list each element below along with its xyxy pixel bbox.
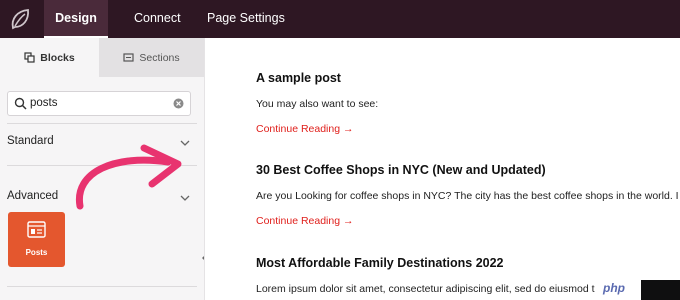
- post-title: 30 Best Coffee Shops in NYC (New and Upd…: [256, 163, 546, 177]
- blocks-icon: [24, 52, 35, 63]
- post-title: A sample post: [256, 71, 341, 85]
- divider: [7, 286, 197, 287]
- watermark-text: php: [603, 281, 625, 295]
- tab-blocks[interactable]: Blocks: [0, 38, 99, 77]
- post-excerpt: Are you Looking for coffee shops in NYC?…: [256, 190, 679, 202]
- posts-grid-icon: [27, 221, 46, 238]
- tab-connect[interactable]: Connect: [134, 0, 181, 38]
- annotation-arrow-icon: [75, 144, 182, 210]
- clear-search-icon[interactable]: [173, 98, 184, 109]
- seedprod-leaf-logo-icon: [11, 9, 29, 30]
- search-icon: [14, 97, 27, 110]
- tab-page-settings[interactable]: Page Settings: [207, 0, 285, 38]
- php-watermark-logo: php: [599, 276, 680, 300]
- tab-sections-label: Sections: [139, 51, 180, 64]
- section-standard-label: Standard: [7, 135, 54, 147]
- continue-reading-link[interactable]: Continue Reading →: [256, 215, 353, 227]
- sections-icon: [123, 53, 134, 62]
- page-preview: A sample post You may also want to see: …: [204, 38, 680, 300]
- tab-design[interactable]: Design: [44, 0, 108, 38]
- tab-blocks-label: Blocks: [40, 51, 75, 64]
- search-input[interactable]: posts: [7, 91, 191, 116]
- post-title: Most Affordable Family Destinations 2022: [256, 256, 504, 270]
- sidebar-tabs: Blocks Sections: [0, 38, 204, 77]
- post-excerpt: You may also want to see:: [256, 98, 379, 110]
- top-bar: Design Connect Page Settings: [0, 0, 680, 38]
- section-advanced-label: Advanced: [7, 190, 59, 202]
- divider: [7, 123, 197, 124]
- post-excerpt: Lorem ipsum dolor sit amet, consectetur …: [256, 283, 595, 295]
- continue-reading-link[interactable]: Continue Reading →: [256, 123, 353, 135]
- search-value: posts: [30, 97, 58, 109]
- block-posts-label: Posts: [25, 248, 48, 257]
- block-posts[interactable]: Posts: [8, 212, 65, 267]
- tab-sections[interactable]: Sections: [99, 38, 204, 77]
